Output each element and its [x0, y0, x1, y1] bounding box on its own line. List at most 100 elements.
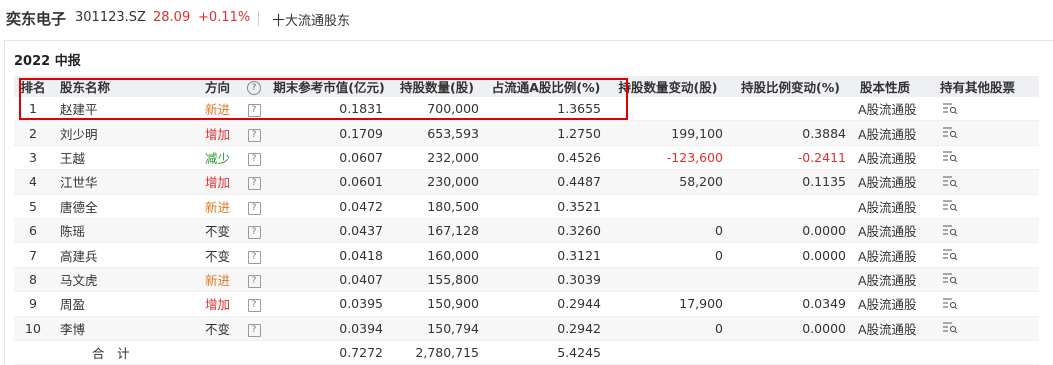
ratio-cell: 0.3521	[485, 194, 607, 219]
list-search-icon[interactable]	[942, 199, 958, 214]
share-change-cell: 199,100	[607, 120, 729, 146]
total-ratio: 5.4245	[485, 340, 607, 365]
market-value-cell: 0.0437	[269, 218, 389, 244]
ratio-cell: 0.4526	[485, 145, 607, 171]
change-reason-cell[interactable]: ?	[239, 316, 269, 341]
col-header-ratio[interactable]: 占流通A股比例(%)	[485, 76, 607, 97]
table-row: 4 江世华 增加? 0.0601 230,000 0.4487 58,200 0.1135 A股…	[14, 169, 1039, 195]
change-reason-cell[interactable]: ?	[239, 120, 269, 146]
change-reason-cell[interactable]: ?	[239, 145, 269, 171]
change-reason-cell[interactable]: ?	[239, 169, 269, 195]
other-holdings-cell[interactable]	[932, 291, 1039, 317]
ratio-change-cell: 0.1135	[729, 169, 852, 195]
question-square-icon[interactable]: ?	[247, 177, 261, 191]
share-type-cell: A股流通股	[852, 120, 932, 146]
question-circle-icon[interactable]: ?	[247, 81, 261, 95]
rank-cell: 1	[14, 97, 52, 122]
direction-cell: 不变	[197, 218, 239, 244]
other-holdings-cell[interactable]	[932, 242, 1039, 268]
other-holdings-cell[interactable]	[932, 169, 1039, 195]
question-square-icon[interactable]: ?	[247, 128, 261, 142]
holder-name[interactable]: 李博	[52, 316, 197, 341]
change-reason-cell[interactable]: ?	[239, 291, 269, 317]
rank-cell: 6	[14, 218, 52, 244]
list-search-icon[interactable]	[942, 224, 958, 239]
share-change-cell: 0	[607, 218, 729, 244]
rank-cell: 3	[14, 145, 52, 171]
col-header-direction[interactable]: 方向	[197, 76, 239, 97]
other-holdings-cell[interactable]	[932, 97, 1039, 122]
rank-cell: 9	[14, 291, 52, 317]
market-value-cell: 0.1709	[269, 120, 389, 146]
change-reason-cell[interactable]: ?	[239, 267, 269, 293]
col-header-share-type[interactable]: 股本性质	[852, 76, 932, 97]
col-header-other-holdings[interactable]: 持有其他股票	[932, 76, 1039, 97]
list-search-icon[interactable]	[942, 175, 958, 190]
shares-cell: 700,000	[389, 97, 485, 122]
other-holdings-cell[interactable]	[932, 194, 1039, 219]
question-square-icon[interactable]: ?	[247, 299, 261, 313]
col-header-help[interactable]: ?	[239, 76, 269, 97]
col-header-rank[interactable]: 排名	[14, 76, 52, 97]
change-reason-cell[interactable]: ?	[239, 97, 269, 122]
rank-cell: 8	[14, 267, 52, 293]
col-header-share-change[interactable]: 持股数量变动(股)	[607, 76, 729, 97]
holder-name[interactable]: 周盈	[52, 291, 197, 317]
question-square-icon[interactable]: ?	[247, 226, 261, 240]
ratio-cell: 0.4487	[485, 169, 607, 195]
ratio-change-cell	[729, 267, 852, 293]
shares-cell: 150,900	[389, 291, 485, 317]
list-search-icon[interactable]	[942, 150, 958, 165]
holder-name[interactable]: 江世华	[52, 169, 197, 195]
ratio-change-cell: 0.3884	[729, 120, 852, 146]
share-type-cell: A股流通股	[852, 267, 932, 293]
stock-name[interactable]: 奕东电子	[6, 8, 66, 29]
rank-cell: 10	[14, 316, 52, 341]
question-square-icon[interactable]: ?	[247, 274, 261, 288]
direction-cell: 新进	[197, 97, 239, 122]
ratio-cell: 0.3260	[485, 218, 607, 244]
col-header-shares[interactable]: 持股数量(股)	[389, 76, 485, 97]
ratio-change-cell: 0.0000	[729, 218, 852, 244]
holder-name[interactable]: 马文虎	[52, 267, 197, 293]
share-change-cell: 17,900	[607, 291, 729, 317]
question-square-icon[interactable]: ?	[247, 104, 261, 118]
other-holdings-cell[interactable]	[932, 267, 1039, 293]
holder-name[interactable]: 唐德全	[52, 194, 197, 219]
share-type-cell: A股流通股	[852, 218, 932, 244]
question-square-icon[interactable]: ?	[247, 201, 261, 215]
question-square-icon[interactable]: ?	[247, 250, 261, 264]
question-square-icon[interactable]: ?	[247, 323, 261, 337]
direction-cell: 增加	[197, 169, 239, 195]
list-search-icon[interactable]	[942, 248, 958, 263]
table-row: 2 刘少明 增加? 0.1709 653,593 1.2750 199,100 0.3884 A…	[14, 120, 1039, 146]
section-title: 十大流通股东	[272, 14, 351, 29]
holder-name[interactable]: 赵建平	[52, 97, 197, 122]
total-label: 合 计	[52, 340, 197, 365]
list-search-icon[interactable]	[942, 102, 958, 117]
stock-price: 28.09	[153, 10, 191, 25]
list-search-icon[interactable]	[942, 272, 958, 287]
change-reason-cell[interactable]: ?	[239, 242, 269, 268]
list-search-icon[interactable]	[942, 126, 958, 141]
col-header-name[interactable]: 股东名称	[52, 76, 197, 97]
col-header-ratio-change[interactable]: 持股比例变动(%)	[729, 76, 852, 97]
question-square-icon[interactable]: ?	[247, 152, 261, 166]
holder-name[interactable]: 刘少明	[52, 120, 197, 146]
list-search-icon[interactable]	[942, 321, 958, 336]
other-holdings-cell[interactable]	[932, 145, 1039, 171]
stock-header: 奕东电子 301123.SZ 28.09 +0.11% 十大流通股东	[0, 0, 1053, 36]
change-reason-cell[interactable]: ?	[239, 194, 269, 219]
col-header-market-value[interactable]: 期末参考市值(亿元)	[269, 76, 389, 97]
ratio-cell: 0.3121	[485, 242, 607, 268]
other-holdings-cell[interactable]	[932, 218, 1039, 244]
direction-cell: 增加	[197, 120, 239, 146]
list-search-icon[interactable]	[942, 297, 958, 312]
market-value-cell: 0.1831	[269, 97, 389, 122]
holder-name[interactable]: 高建兵	[52, 242, 197, 268]
change-reason-cell[interactable]: ?	[239, 218, 269, 244]
other-holdings-cell[interactable]	[932, 120, 1039, 146]
other-holdings-cell[interactable]	[932, 316, 1039, 341]
holder-name[interactable]: 陈瑶	[52, 218, 197, 244]
holder-name[interactable]: 王越	[52, 145, 197, 171]
